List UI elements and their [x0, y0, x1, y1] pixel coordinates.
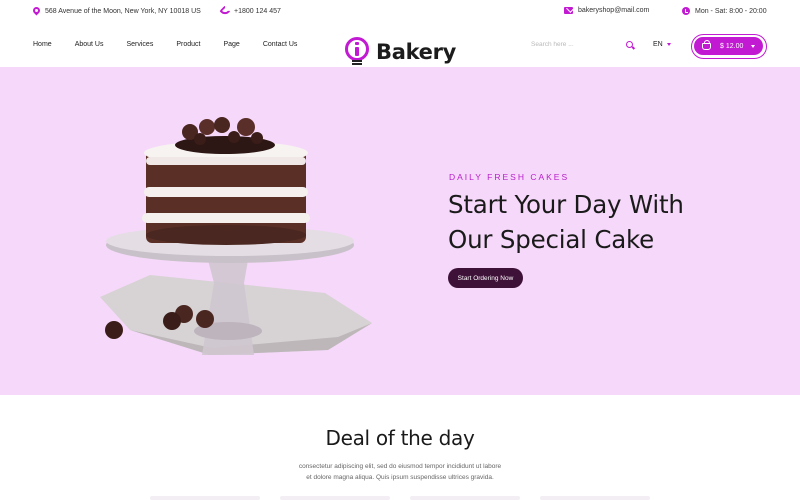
- clock-icon: [682, 7, 690, 15]
- hero-headline-line1: Start Your Day With: [448, 190, 684, 219]
- deal-product-card[interactable]: [410, 496, 520, 500]
- deal-product-card[interactable]: [540, 496, 650, 500]
- chevron-down-icon: [666, 43, 671, 46]
- cart-button[interactable]: $ 12.00: [691, 34, 767, 59]
- hours-text: Mon - Sat: 8:00 - 20:00: [695, 7, 767, 15]
- language-label: EN: [653, 41, 663, 48]
- nav-services[interactable]: Services: [126, 41, 153, 48]
- nav-product[interactable]: Product: [176, 41, 200, 48]
- lightbulb-logo-icon: [344, 37, 370, 67]
- site-logo[interactable]: Bakery: [344, 37, 456, 67]
- phone-text[interactable]: +1800 124 457: [234, 8, 281, 15]
- nav-page[interactable]: Page: [223, 41, 239, 48]
- nav-links: Home About Us Services Product Page Cont…: [33, 41, 320, 48]
- address-info: 568 Avenue of the Moon, New York, NY 100…: [33, 7, 201, 16]
- hero-banner: DAILY FRESH CAKES Start Your Day With Ou…: [0, 67, 800, 395]
- deal-product-card[interactable]: [150, 496, 260, 500]
- deal-text-line1: consectetur adipiscing elit, sed do eius…: [298, 463, 502, 470]
- phone-icon: [219, 5, 231, 17]
- nav-contact-us[interactable]: Contact Us: [263, 41, 298, 48]
- search-input[interactable]: Search here ...: [531, 41, 635, 53]
- cake-image: [100, 117, 372, 355]
- basket-icon: [702, 39, 711, 50]
- search-icon[interactable]: [626, 41, 633, 48]
- cart-total: $ 12.00: [720, 42, 744, 50]
- email-info[interactable]: bakeryshop@mail.com: [564, 7, 649, 14]
- cart-chevron-icon: [751, 45, 755, 48]
- deal-products-strip: [150, 496, 650, 500]
- hero-headline-line2: Our Special Cake: [448, 225, 655, 254]
- phone-info[interactable]: +1800 124 457: [219, 5, 281, 17]
- address-text: 568 Avenue of the Moon, New York, NY 100…: [45, 8, 201, 15]
- cart-pill[interactable]: $ 12.00: [694, 37, 763, 55]
- nav-about-us[interactable]: About Us: [75, 41, 104, 48]
- logo-text: Bakery: [376, 40, 457, 64]
- hero-headline: Start Your Day With Our Special Cake: [448, 187, 684, 257]
- nav-home[interactable]: Home: [33, 41, 52, 48]
- deal-text-line2: et dolore magna aliqua. Quis ipsum suspe…: [306, 474, 494, 481]
- email-text[interactable]: bakeryshop@mail.com: [578, 7, 649, 14]
- language-selector[interactable]: EN: [653, 41, 671, 48]
- deal-section-title: Deal of the day: [325, 426, 475, 450]
- mail-icon: [564, 7, 573, 14]
- start-ordering-button[interactable]: Start Ordering Now: [448, 268, 523, 288]
- map-pin-icon: [33, 7, 40, 16]
- hours-info: Mon - Sat: 8:00 - 20:00: [682, 7, 767, 15]
- main-navbar: Home About Us Services Product Page Cont…: [0, 24, 800, 67]
- hero-eyebrow: DAILY FRESH CAKES: [449, 172, 570, 182]
- top-info-bar: 568 Avenue of the Moon, New York, NY 100…: [0, 0, 800, 24]
- deal-product-card[interactable]: [280, 496, 390, 500]
- deal-section-text: consectetur adipiscing elit, sed do eius…: [280, 461, 520, 483]
